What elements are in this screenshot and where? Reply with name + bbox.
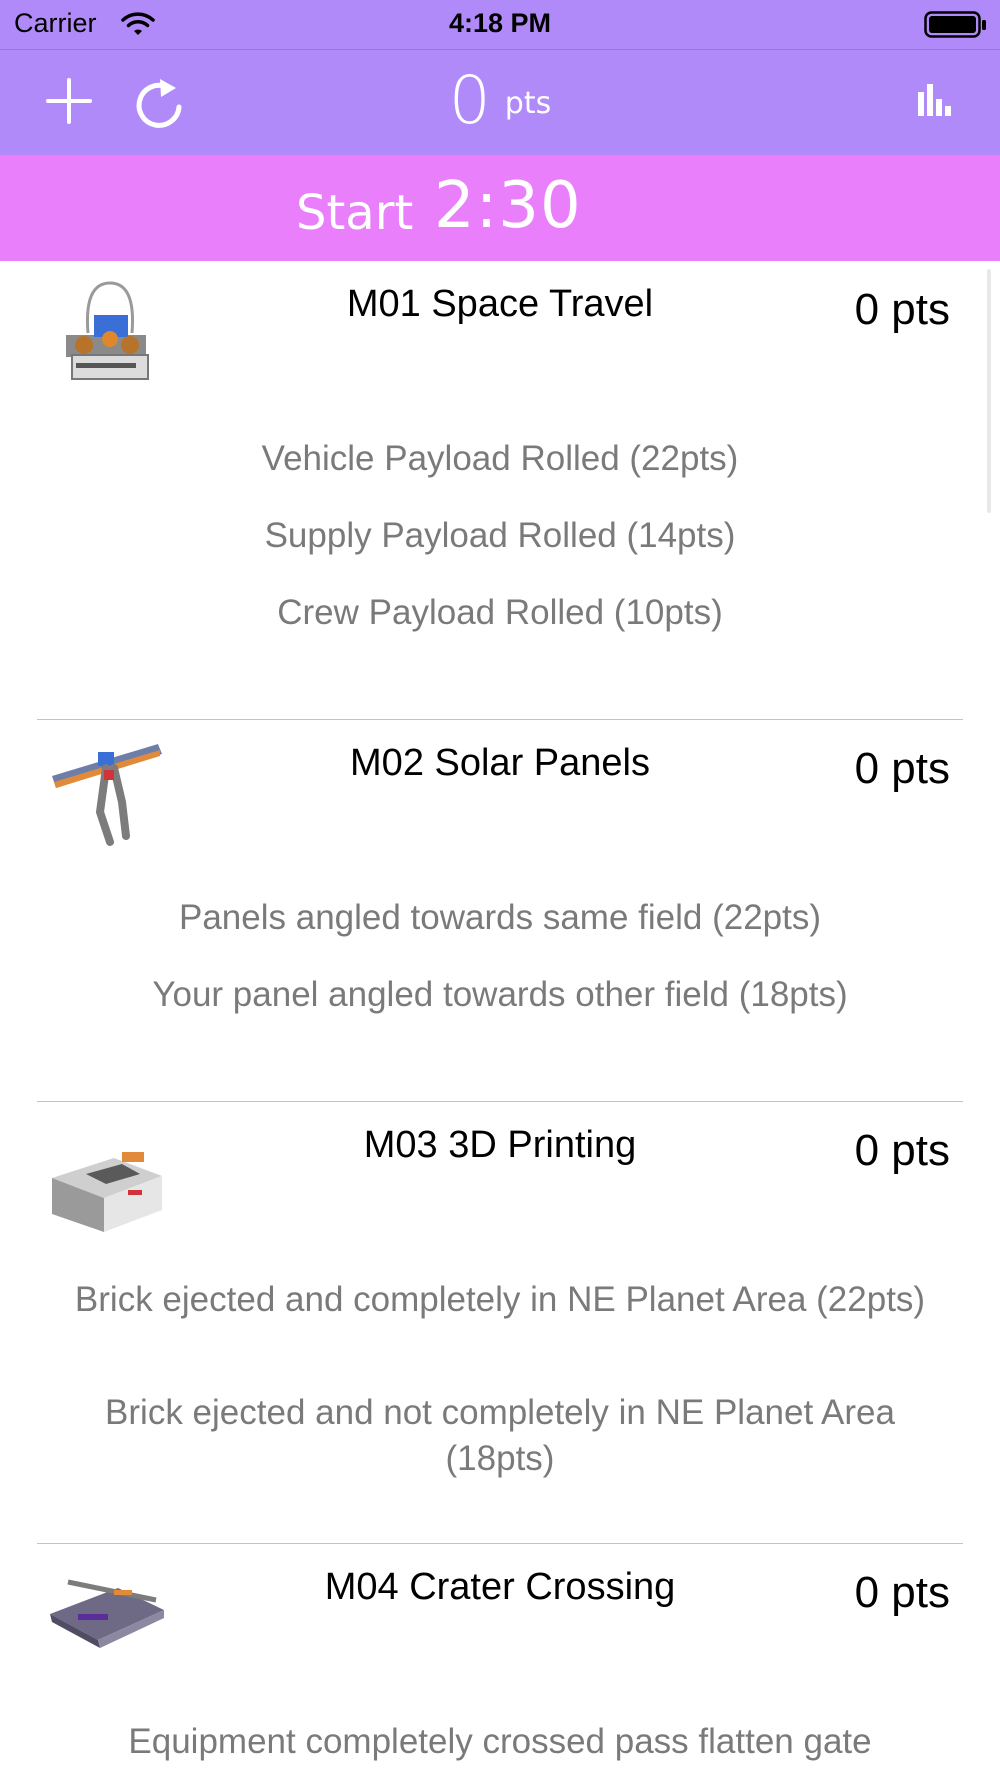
mission-list[interactable]: M01 Space Travel 0 pts Vehicle Payload R…: [0, 261, 1000, 1778]
mission-option[interactable]: Panels angled towards same field (22pts): [70, 895, 930, 941]
mission-title: M04 Crater Crossing: [324, 1566, 676, 1608]
divider: [37, 1101, 963, 1102]
mission-option[interactable]: Vehicle Payload Rolled (22pts): [70, 436, 930, 482]
mission-option[interactable]: Equipment completely crossed pass flatte…: [70, 1719, 930, 1765]
mission-option[interactable]: Crew Payload Rolled (10pts): [70, 590, 930, 636]
start-button[interactable]: Start: [296, 185, 413, 241]
mission-option[interactable]: Your panel angled towards other field (1…: [70, 972, 930, 1018]
battery-icon: [924, 11, 988, 43]
mission-points: 0 pts: [854, 285, 950, 334]
mission-title: M02 Solar Panels: [350, 742, 650, 784]
timer-value: 2:30: [434, 169, 582, 243]
divider: [37, 719, 963, 720]
divider: [37, 1543, 963, 1544]
mission-option[interactable]: Brick ejected and completely in NE Plane…: [70, 1277, 930, 1323]
status-bar: Carrier 4:18 PM: [0, 0, 1000, 50]
mission-points: 0 pts: [854, 1126, 950, 1175]
total-score-unit: pts: [504, 86, 552, 121]
mission-option[interactable]: Supply Payload Rolled (14pts): [70, 513, 930, 559]
mission-title: M03 3D Printing: [363, 1124, 637, 1166]
mission-option[interactable]: Brick ejected and not completely in NE P…: [70, 1390, 930, 1482]
total-score: 0 pts: [0, 62, 1000, 139]
total-score-value: 0: [448, 62, 491, 139]
mission-title: M01 Space Travel: [346, 283, 654, 325]
status-time: 4:18 PM: [448, 8, 552, 38]
stats-button[interactable]: [916, 82, 952, 122]
mission-points: 0 pts: [854, 744, 950, 793]
bar-chart-icon: [918, 84, 951, 116]
timer-bar: Start 2:30: [0, 155, 1000, 261]
nav-bar: 0 pts: [0, 50, 1000, 155]
mission-points: 0 pts: [854, 1568, 950, 1617]
